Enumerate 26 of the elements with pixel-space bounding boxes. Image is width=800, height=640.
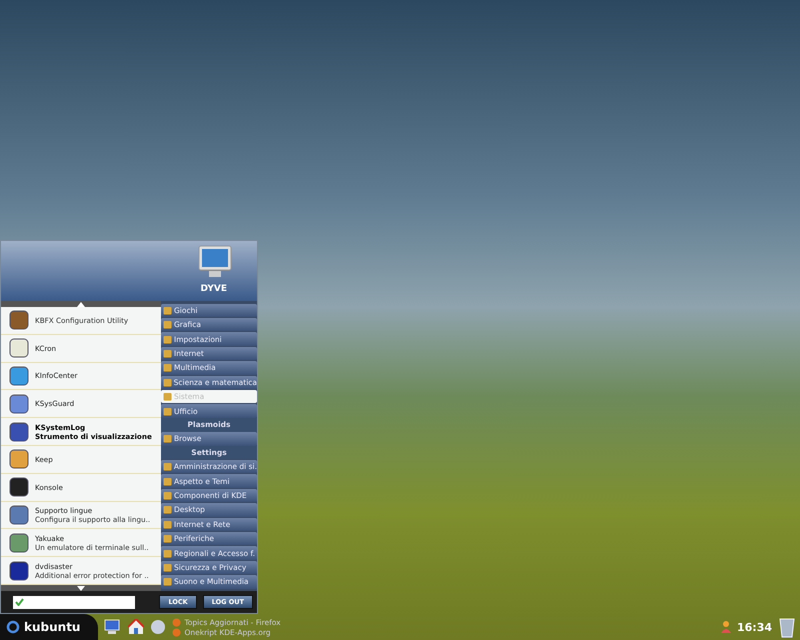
kubuntu-logo-icon bbox=[6, 620, 20, 634]
app-icon bbox=[9, 422, 29, 442]
app-icon bbox=[9, 394, 29, 414]
trash-icon[interactable] bbox=[778, 616, 796, 638]
down-arrow-icon bbox=[77, 586, 85, 590]
app-icon bbox=[9, 477, 29, 498]
app-icon bbox=[9, 560, 29, 581]
folder-icon bbox=[163, 434, 172, 444]
user-name: DYVE bbox=[200, 284, 227, 294]
app-icon bbox=[9, 366, 29, 386]
computer-icon[interactable] bbox=[104, 619, 122, 635]
app-icon bbox=[9, 338, 29, 358]
clock: 16:34 bbox=[736, 620, 772, 634]
app-icon bbox=[9, 532, 29, 553]
app-icon bbox=[9, 504, 29, 525]
monitor-icon bbox=[197, 244, 233, 280]
scroll-up-button[interactable] bbox=[1, 301, 161, 307]
scroll-down-button[interactable] bbox=[1, 585, 161, 591]
home-icon[interactable] bbox=[128, 619, 144, 635]
search-field[interactable] bbox=[13, 596, 135, 608]
app-icon bbox=[9, 449, 29, 470]
app-icon bbox=[9, 310, 29, 330]
globe-icon[interactable] bbox=[150, 619, 166, 635]
person-icon[interactable] bbox=[720, 621, 731, 633]
check-icon bbox=[15, 598, 24, 606]
start-button[interactable]: kubuntu bbox=[0, 614, 98, 640]
